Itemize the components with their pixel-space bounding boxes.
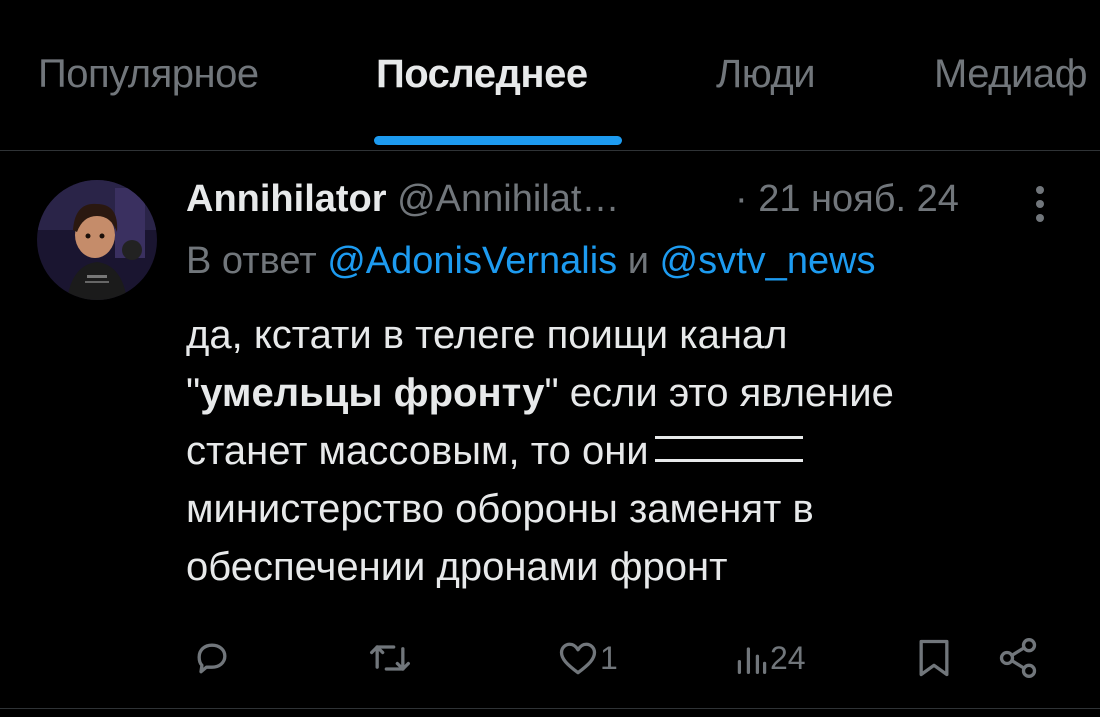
author-handle[interactable]: @Annihilat… (397, 178, 619, 220)
tab-popular[interactable]: Популярное (38, 52, 259, 97)
reply-context: В ответ @AdonisVernalis и @svtv_news (186, 240, 876, 283)
repost-icon (370, 645, 410, 671)
tab-latest[interactable]: Последнее (376, 52, 588, 97)
text-line: обеспечении дронами фронт (186, 545, 728, 589)
post-header: Annihilator @Annihilat… (186, 178, 619, 221)
text-line: станет массовым, то они (186, 422, 1086, 480)
text-line3: станет массовым, то они (186, 429, 649, 473)
redaction-strike (654, 436, 803, 463)
reply-joiner: и (627, 240, 649, 282)
author-name[interactable]: Annihilator (186, 178, 387, 220)
divider (0, 708, 1100, 709)
reply-prefix: В ответ (186, 240, 317, 282)
mention-adonisvernalis[interactable]: @AdonisVernalis (327, 240, 617, 282)
bookmark-icon (919, 639, 949, 677)
more-icon[interactable] (1028, 184, 1052, 224)
action-bar: 1 24 (0, 630, 1100, 686)
views-icon (737, 647, 767, 675)
post-text: да, кстати в телеге поищи канал "умельцы… (186, 306, 1086, 596)
quote-mark: " (186, 371, 201, 415)
repost-button[interactable] (366, 630, 414, 686)
tab-people[interactable]: Люди (716, 52, 816, 97)
tab-bar: Популярное Последнее Люди Медиаф (0, 0, 1100, 151)
share-icon (999, 638, 1037, 678)
text-line: министерство обороны заменят в (186, 487, 814, 531)
tab-media[interactable]: Медиаф (934, 52, 1087, 97)
comment-icon (197, 643, 227, 674)
heart-icon (559, 642, 597, 675)
avatar[interactable] (37, 180, 157, 300)
views-button[interactable]: 24 (734, 630, 806, 686)
post-date[interactable]: · 21 нояб. 24 (735, 178, 959, 221)
bookmark-button[interactable] (912, 630, 956, 686)
views-count: 24 (770, 639, 806, 676)
share-button[interactable] (996, 630, 1040, 686)
text-after-bold: " если это явление (544, 371, 894, 415)
active-tab-indicator (374, 136, 622, 145)
like-count: 1 (600, 639, 618, 676)
bold-phrase: умельцы фронту (200, 371, 545, 415)
text-line: да, кстати в телеге поищи канал (186, 313, 788, 357)
text-line: "умельцы фронту" если это явление (186, 364, 1086, 422)
like-button[interactable]: 1 (556, 630, 618, 686)
reply-button[interactable] (190, 630, 234, 686)
mention-svtv-news[interactable]: @svtv_news (660, 240, 876, 282)
